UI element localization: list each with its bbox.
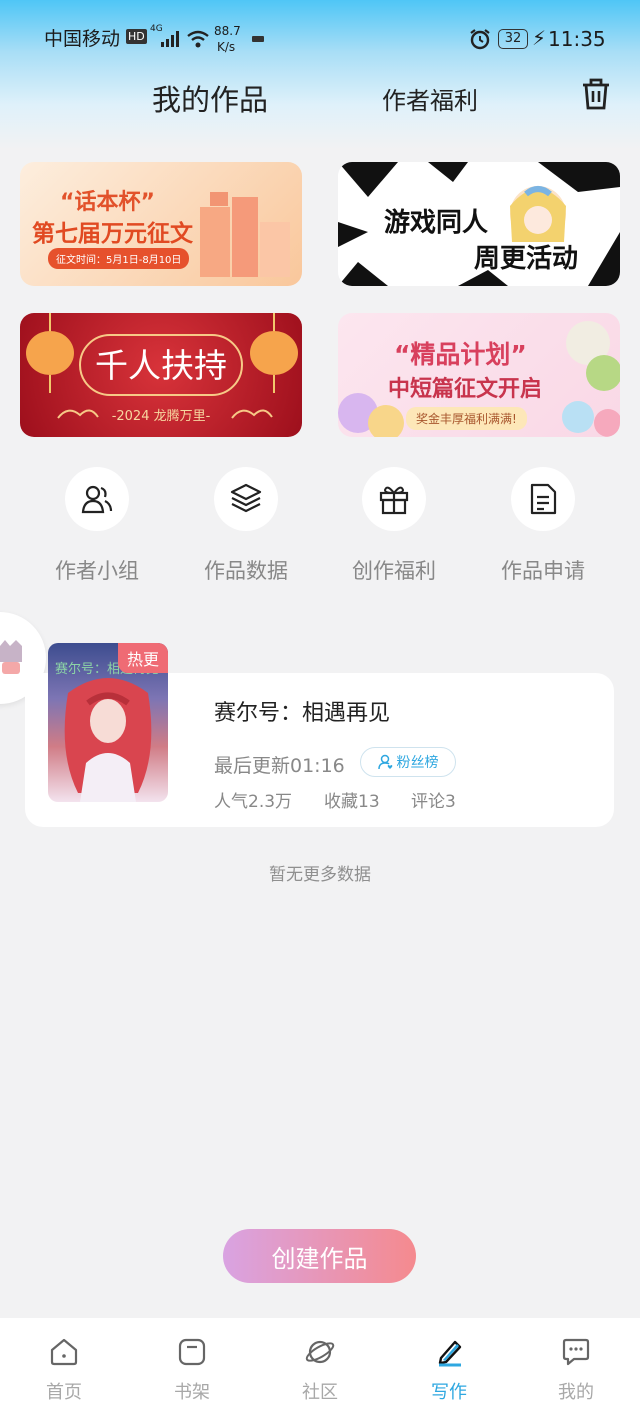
quick-action-author-group[interactable]: 作者小组 xyxy=(37,467,157,585)
nav-label-home: 首页 xyxy=(46,1382,82,1403)
battery-indicator: 32 xyxy=(498,29,528,49)
banner-b2-line2: 周更活动 xyxy=(474,244,579,274)
alarm-icon xyxy=(470,29,490,50)
tab-author-welfare[interactable]: 作者福利 xyxy=(382,81,478,116)
fan-rank-label: 粉丝榜 xyxy=(396,755,439,771)
quick-action-label: 作品申请 xyxy=(501,559,585,583)
hd-badge: HD xyxy=(126,29,147,44)
nav-label-bookshelf: 书架 xyxy=(174,1382,210,1403)
planet-icon xyxy=(305,1340,335,1364)
nav-item-bookshelf[interactable]: 书架 xyxy=(147,1336,237,1404)
work-title: 赛尔号：相遇再见 xyxy=(214,701,391,726)
banner-thousand-support[interactable]: 千人扶持 -2024 龙腾万里- xyxy=(20,313,302,437)
header-background xyxy=(0,0,640,150)
trash-icon[interactable] xyxy=(580,77,612,111)
work-comments: 评论3 xyxy=(411,792,456,812)
quick-action-label: 创作福利 xyxy=(352,559,436,583)
nav-item-write[interactable]: 写作 xyxy=(404,1336,494,1404)
work-popularity: 人气2.3万 xyxy=(214,792,293,812)
gift-icon xyxy=(379,486,409,515)
user-heart-icon xyxy=(377,754,392,770)
nav-label-community: 社区 xyxy=(302,1382,338,1403)
banner-b3-line1: 千人扶持 xyxy=(95,346,227,385)
nav-label-write: 写作 xyxy=(431,1382,467,1403)
nav-label-mine: 我的 xyxy=(558,1382,594,1403)
quick-action-creation-welfare[interactable]: 创作福利 xyxy=(334,467,454,585)
home-icon xyxy=(50,1338,78,1366)
work-cover[interactable]: 赛尔号：相遇再见 热更 xyxy=(48,643,168,802)
pen-icon xyxy=(438,1340,462,1367)
books-illustration xyxy=(200,192,290,277)
banner-quality-plan[interactable]: “精品计划” 中短篇征文开启 奖金丰厚福利满满! xyxy=(338,313,620,437)
banner-b1-line2: 第七届万元征文 xyxy=(32,221,193,247)
signal-icon xyxy=(161,31,179,47)
document-icon xyxy=(530,483,557,515)
quick-action-label: 作者小组 xyxy=(55,559,139,583)
quick-action-label: 作品数据 xyxy=(204,559,288,583)
banner-b4-line3: 奖金丰厚福利满满! xyxy=(406,407,527,430)
carrier-label: 中国移动 xyxy=(44,28,121,50)
banner-huaben-cup[interactable]: “话本杯” 第七届万元征文 征文时间：5月1日-8月10日 xyxy=(20,162,302,286)
layers-icon xyxy=(230,483,262,513)
work-collections: 收藏13 xyxy=(324,792,380,812)
speed-unit: K/s xyxy=(217,40,236,54)
fan-rank-button[interactable]: 粉丝榜 xyxy=(360,747,456,777)
notification-icon xyxy=(252,36,264,42)
banner-b1-line3: 征文时间：5月1日-8月10日 xyxy=(48,248,190,269)
clock: 11:35 xyxy=(548,27,606,51)
chat-bubble-icon xyxy=(562,1338,590,1366)
hot-update-badge: 热更 xyxy=(118,643,168,673)
work-updated: 最后更新01:16 xyxy=(214,755,345,777)
bookshelf-icon xyxy=(178,1338,206,1366)
banner-b1-line1: “话本杯” xyxy=(60,190,155,215)
banner-game-fanfic[interactable]: 游戏同人 周更活动 xyxy=(338,162,620,286)
nav-item-home[interactable]: 首页 xyxy=(19,1336,109,1404)
banner-b4-line1: “精品计划” xyxy=(394,340,527,369)
cat-mascot-icon xyxy=(0,640,22,674)
users-icon xyxy=(81,485,113,514)
banner-b2-line1: 游戏同人 xyxy=(384,208,489,238)
nav-item-community[interactable]: 社区 xyxy=(275,1336,365,1404)
quick-action-work-application[interactable]: 作品申请 xyxy=(483,467,603,585)
no-more-data-text: 暂无更多数据 xyxy=(269,865,371,885)
create-work-button[interactable]: 创建作品 xyxy=(223,1229,416,1283)
speed-value: 88.7 xyxy=(214,24,241,38)
nav-item-mine[interactable]: 我的 xyxy=(531,1336,621,1404)
banner-b4-line2: 中短篇征文开启 xyxy=(388,377,543,402)
quick-action-work-data[interactable]: 作品数据 xyxy=(186,467,306,585)
wifi-icon xyxy=(187,30,209,48)
charging-icon: ⚡ xyxy=(532,26,547,50)
banner-b3-line2: -2024 龙腾万里- xyxy=(111,409,211,424)
bottom-nav: 首页 书架 社区 写作 我的 xyxy=(0,1318,640,1415)
tab-my-works[interactable]: 我的作品 xyxy=(152,77,268,119)
